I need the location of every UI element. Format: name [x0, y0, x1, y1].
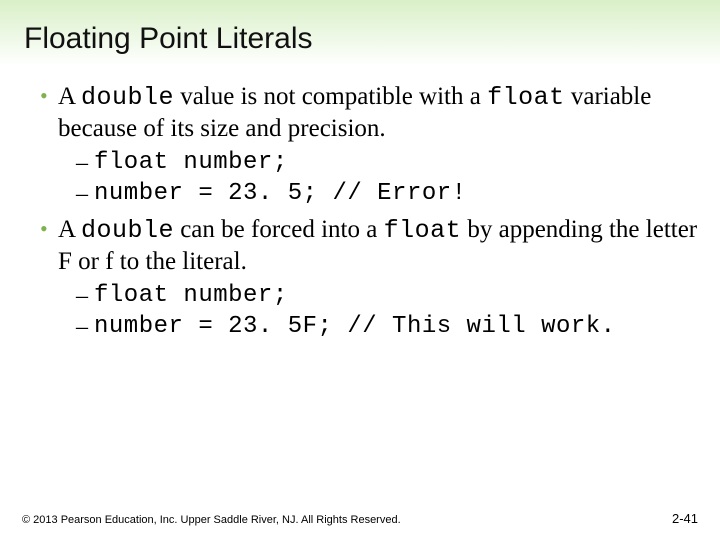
bullet-item: A double can be forced into a float by a…: [40, 215, 698, 342]
code-list: float number; number = 23. 5; // Error!: [58, 148, 698, 209]
copyright-text: © 2013 Pearson Education, Inc. Upper Sad…: [22, 514, 401, 526]
code-list: float number; number = 23. 5F; // This w…: [58, 281, 698, 342]
slide-title: Floating Point Literals: [24, 22, 698, 56]
code-line: float number;: [76, 281, 698, 312]
bullet-list: A double value is not compatible with a …: [22, 82, 698, 343]
bullet-text: A double value is not compatible with a …: [58, 83, 651, 142]
bullet-text: A double can be forced into a float by a…: [58, 216, 697, 275]
footer: © 2013 Pearson Education, Inc. Upper Sad…: [22, 514, 698, 526]
bullet-item: A double value is not compatible with a …: [40, 82, 698, 209]
code-line: number = 23. 5F; // This will work.: [76, 312, 698, 343]
code-line: number = 23. 5; // Error!: [76, 179, 698, 210]
page-number: 2-41: [672, 511, 698, 526]
code-line: float number;: [76, 148, 698, 179]
